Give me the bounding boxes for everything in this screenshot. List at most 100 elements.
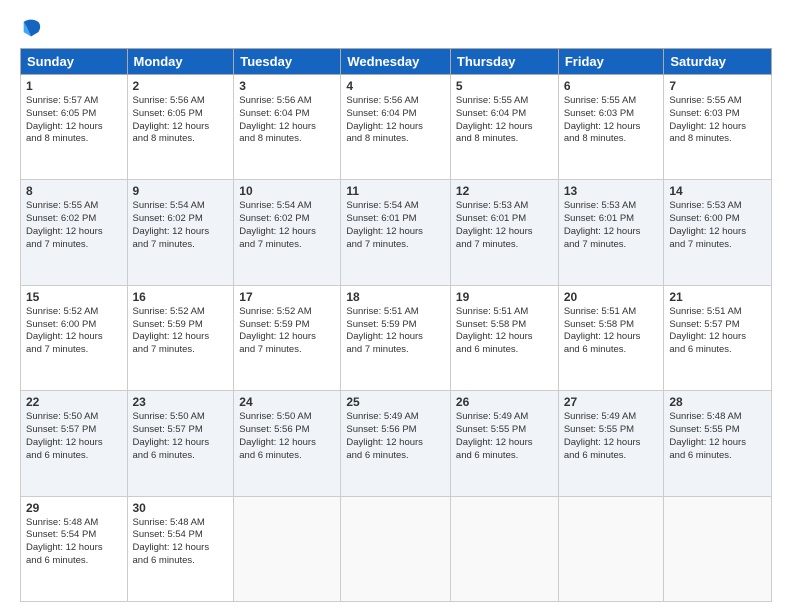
header-day-thursday: Thursday [450,49,558,75]
day-number: 24 [239,395,335,409]
cell-details: Sunrise: 5:52 AM Sunset: 5:59 PM Dayligh… [239,306,335,357]
cell-details: Sunrise: 5:52 AM Sunset: 6:00 PM Dayligh… [26,306,122,357]
cell-details: Sunrise: 5:48 AM Sunset: 5:55 PM Dayligh… [669,411,766,462]
calendar-cell: 23 Sunrise: 5:50 AM Sunset: 5:57 PM Dayli… [127,391,234,496]
logo [20,16,46,38]
calendar-cell: 27Sunrise: 5:49 AM Sunset: 5:55 PM Dayli… [558,391,664,496]
calendar-cell: 7 Sunrise: 5:55 AM Sunset: 6:03 PM Daylig… [664,75,772,180]
cell-details: Sunrise: 5:49 AM Sunset: 5:55 PM Dayligh… [456,411,553,462]
calendar-cell: 10Sunrise: 5:54 AM Sunset: 6:02 PM Dayli… [234,180,341,285]
header-row: SundayMondayTuesdayWednesdayThursdayFrid… [21,49,772,75]
day-number: 18 [346,290,445,304]
day-number: 17 [239,290,335,304]
calendar-cell: 15 Sunrise: 5:52 AM Sunset: 6:00 PM Dayli… [21,285,128,390]
calendar-cell: 28 Sunrise: 5:48 AM Sunset: 5:55 PM Dayli… [664,391,772,496]
cell-details: Sunrise: 5:50 AM Sunset: 5:56 PM Dayligh… [239,411,335,462]
header-day-friday: Friday [558,49,664,75]
day-number: 20 [564,290,659,304]
calendar-cell: 18 Sunrise: 5:51 AM Sunset: 5:59 PM Dayli… [341,285,451,390]
calendar-cell: 5 Sunrise: 5:55 AM Sunset: 6:04 PM Daylig… [450,75,558,180]
calendar-cell: 24 Sunrise: 5:50 AM Sunset: 5:56 PM Dayli… [234,391,341,496]
calendar-cell: 13 Sunrise: 5:53 AM Sunset: 6:01 PM Dayli… [558,180,664,285]
week-row-4: 22 Sunrise: 5:50 AM Sunset: 5:57 PM Dayli… [21,391,772,496]
day-number: 3 [239,79,335,93]
calendar-cell: 26 Sunrise: 5:49 AM Sunset: 5:55 PM Dayli… [450,391,558,496]
day-number: 7 [669,79,766,93]
day-number: 9 [133,184,229,198]
calendar-cell: 25Sunrise: 5:49 AM Sunset: 5:56 PM Dayli… [341,391,451,496]
cell-details: Sunrise: 5:49 AM Sunset: 5:55 PM Dayligh… [564,411,659,462]
day-number: 15 [26,290,122,304]
calendar-body: 1 Sunrise: 5:57 AM Sunset: 6:05 PM Daylig… [21,75,772,602]
calendar-cell [450,496,558,601]
header-day-tuesday: Tuesday [234,49,341,75]
day-number: 1 [26,79,122,93]
calendar-cell: 17 Sunrise: 5:52 AM Sunset: 5:59 PM Dayli… [234,285,341,390]
calendar-cell: 21Sunrise: 5:51 AM Sunset: 5:57 PM Dayli… [664,285,772,390]
day-number: 10 [239,184,335,198]
day-number: 26 [456,395,553,409]
cell-details: Sunrise: 5:53 AM Sunset: 6:00 PM Dayligh… [669,200,766,251]
cell-details: Sunrise: 5:56 AM Sunset: 6:04 PM Dayligh… [346,95,445,146]
calendar-cell: 22 Sunrise: 5:50 AM Sunset: 5:57 PM Dayli… [21,391,128,496]
day-number: 4 [346,79,445,93]
header [20,16,772,38]
day-number: 19 [456,290,553,304]
week-row-2: 8 Sunrise: 5:55 AM Sunset: 6:02 PM Daylig… [21,180,772,285]
day-number: 28 [669,395,766,409]
day-number: 2 [133,79,229,93]
calendar-cell: 6 Sunrise: 5:55 AM Sunset: 6:03 PM Daylig… [558,75,664,180]
cell-details: Sunrise: 5:56 AM Sunset: 6:04 PM Dayligh… [239,95,335,146]
cell-details: Sunrise: 5:49 AM Sunset: 5:56 PM Dayligh… [346,411,445,462]
day-number: 29 [26,501,122,515]
day-number: 22 [26,395,122,409]
calendar-cell: 29Sunrise: 5:48 AM Sunset: 5:54 PM Dayli… [21,496,128,601]
cell-details: Sunrise: 5:55 AM Sunset: 6:03 PM Dayligh… [564,95,659,146]
calendar-cell: 16Sunrise: 5:52 AM Sunset: 5:59 PM Dayli… [127,285,234,390]
cell-details: Sunrise: 5:50 AM Sunset: 5:57 PM Dayligh… [26,411,122,462]
calendar-cell [664,496,772,601]
cell-details: Sunrise: 5:54 AM Sunset: 6:02 PM Dayligh… [133,200,229,251]
calendar-cell: 12 Sunrise: 5:53 AM Sunset: 6:01 PM Dayli… [450,180,558,285]
day-number: 8 [26,184,122,198]
calendar-header: SundayMondayTuesdayWednesdayThursdayFrid… [21,49,772,75]
day-number: 5 [456,79,553,93]
cell-details: Sunrise: 5:55 AM Sunset: 6:02 PM Dayligh… [26,200,122,251]
day-number: 6 [564,79,659,93]
cell-details: Sunrise: 5:52 AM Sunset: 5:59 PM Dayligh… [133,306,229,357]
cell-details: Sunrise: 5:51 AM Sunset: 5:58 PM Dayligh… [456,306,553,357]
calendar-cell: 19 Sunrise: 5:51 AM Sunset: 5:58 PM Dayli… [450,285,558,390]
cell-details: Sunrise: 5:51 AM Sunset: 5:59 PM Dayligh… [346,306,445,357]
cell-details: Sunrise: 5:48 AM Sunset: 5:54 PM Dayligh… [133,517,229,568]
day-number: 21 [669,290,766,304]
page: SundayMondayTuesdayWednesdayThursdayFrid… [0,0,792,612]
week-row-5: 29 Sunrise: 5:48 AM Sunset: 5:54 PM Dayli… [21,496,772,601]
logo-icon [20,16,42,38]
cell-details: Sunrise: 5:50 AM Sunset: 5:57 PM Dayligh… [133,411,229,462]
day-number: 30 [133,501,229,515]
day-number: 13 [564,184,659,198]
calendar-cell [234,496,341,601]
week-row-3: 15 Sunrise: 5:52 AM Sunset: 6:00 PM Dayli… [21,285,772,390]
header-day-wednesday: Wednesday [341,49,451,75]
header-day-sunday: Sunday [21,49,128,75]
calendar-cell: 4 Sunrise: 5:56 AM Sunset: 6:04 PM Daylig… [341,75,451,180]
cell-details: Sunrise: 5:53 AM Sunset: 6:01 PM Dayligh… [456,200,553,251]
calendar-cell: 30 Sunrise: 5:48 AM Sunset: 5:54 PM Dayli… [127,496,234,601]
cell-details: Sunrise: 5:55 AM Sunset: 6:03 PM Dayligh… [669,95,766,146]
calendar-cell: 11Sunrise: 5:54 AM Sunset: 6:01 PM Dayli… [341,180,451,285]
day-number: 12 [456,184,553,198]
calendar-cell [341,496,451,601]
cell-details: Sunrise: 5:53 AM Sunset: 6:01 PM Dayligh… [564,200,659,251]
day-number: 14 [669,184,766,198]
header-day-saturday: Saturday [664,49,772,75]
calendar-table: SundayMondayTuesdayWednesdayThursdayFrid… [20,48,772,602]
cell-details: Sunrise: 5:55 AM Sunset: 6:04 PM Dayligh… [456,95,553,146]
calendar-cell: 1 Sunrise: 5:57 AM Sunset: 6:05 PM Daylig… [21,75,128,180]
cell-details: Sunrise: 5:56 AM Sunset: 6:05 PM Dayligh… [133,95,229,146]
day-number: 23 [133,395,229,409]
cell-details: Sunrise: 5:51 AM Sunset: 5:58 PM Dayligh… [564,306,659,357]
calendar-cell: 3 Sunrise: 5:56 AM Sunset: 6:04 PM Daylig… [234,75,341,180]
cell-details: Sunrise: 5:57 AM Sunset: 6:05 PM Dayligh… [26,95,122,146]
day-number: 11 [346,184,445,198]
